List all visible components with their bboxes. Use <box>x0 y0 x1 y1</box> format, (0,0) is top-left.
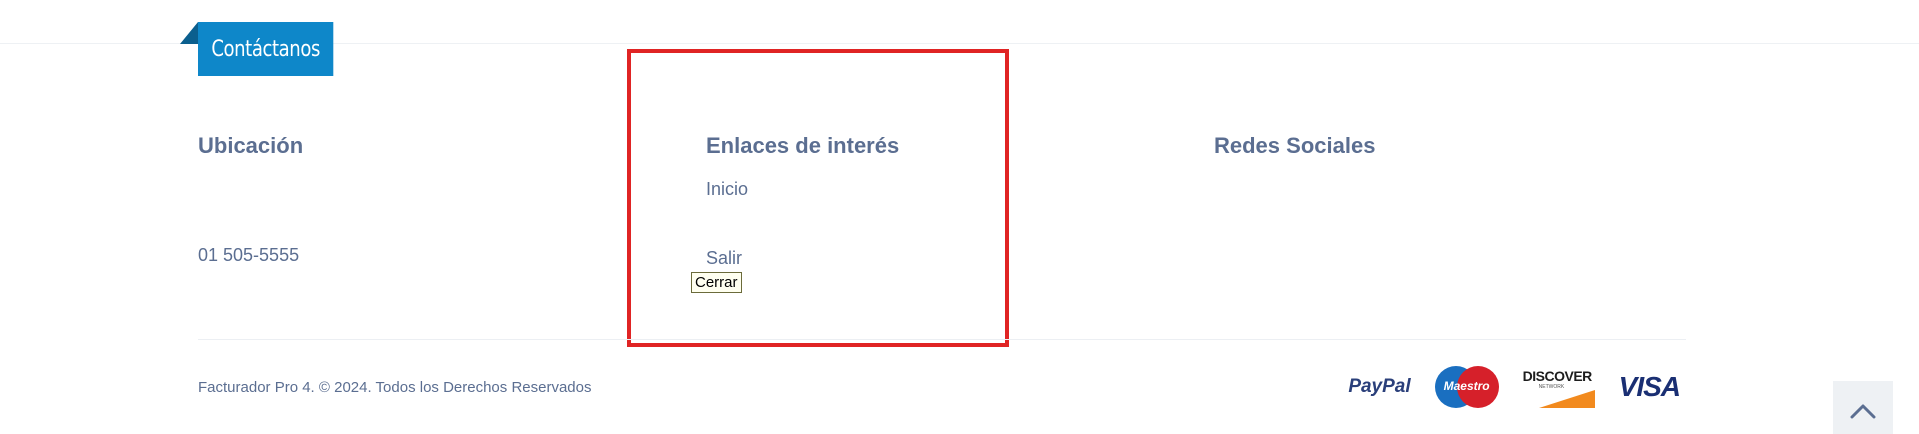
footer-divider <box>198 339 1686 340</box>
copyright-text: Facturador Pro 4. © 2024. Todos los Dere… <box>198 379 592 396</box>
contact-tab[interactable]: Contáctanos <box>198 22 334 76</box>
link-salir[interactable]: Salir <box>706 248 742 269</box>
phone-number: 01 505-5555 <box>198 245 300 265</box>
location-heading: Ubicación <box>198 133 304 158</box>
contact-tab-label: Contáctanos <box>211 36 320 62</box>
maestro-logo: Maestro <box>1434 366 1499 408</box>
social-heading: Redes Sociales <box>1214 133 1376 158</box>
visa-logo: VISA <box>1618 371 1681 402</box>
chevron-up-icon <box>1850 404 1876 419</box>
payment-methods: PayPal Maestro DISCOVER NETWORK VISA <box>1348 366 1681 408</box>
contact-tab-fold <box>180 22 198 44</box>
paypal-logo: PayPal <box>1348 376 1411 397</box>
tooltip: Cerrar <box>691 272 742 293</box>
discover-label: DISCOVER <box>1522 368 1593 384</box>
scroll-top-button[interactable] <box>1833 381 1893 434</box>
highlight-box <box>627 49 1009 347</box>
maestro-label: Maestro <box>1443 379 1490 393</box>
links-heading: Enlaces de interés <box>706 133 900 158</box>
discover-logo: DISCOVER NETWORK <box>1523 366 1595 408</box>
link-inicio[interactable]: Inicio <box>706 179 748 200</box>
